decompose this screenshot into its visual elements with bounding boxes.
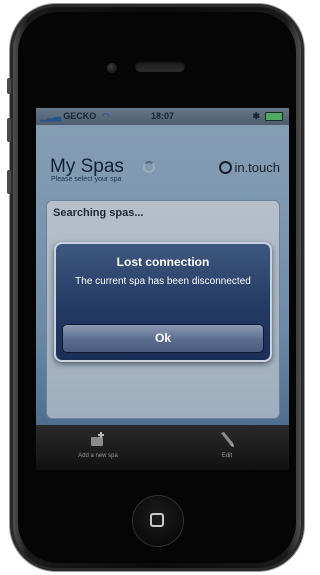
alert-title: Lost connection xyxy=(116,255,210,269)
add-spa-icon xyxy=(91,432,104,446)
volume-down-button xyxy=(7,170,11,194)
screen: ▁▂▃ GECKO ◠ 18:07 ✱ My Spas Please selec… xyxy=(36,108,289,470)
lost-connection-alert: Lost connection The current spa has been… xyxy=(54,242,272,362)
tab-edit[interactable]: Edit xyxy=(187,431,267,459)
tab-label: Edit xyxy=(221,453,233,459)
home-button[interactable] xyxy=(133,496,183,546)
pencil-icon xyxy=(221,432,234,447)
tab-add-new-spa[interactable]: Add a new spa xyxy=(58,431,138,459)
front-camera xyxy=(107,63,117,73)
earpiece-speaker xyxy=(135,61,185,72)
home-square-icon xyxy=(150,513,164,527)
ok-button[interactable]: Ok xyxy=(62,324,264,353)
tab-label: Add a new spa xyxy=(78,453,118,459)
volume-up-button xyxy=(7,118,11,142)
tab-bar: Add a new spa Edit xyxy=(36,425,289,470)
mute-switch xyxy=(7,78,11,94)
alert-message: The current spa has been disconnected xyxy=(75,276,251,287)
